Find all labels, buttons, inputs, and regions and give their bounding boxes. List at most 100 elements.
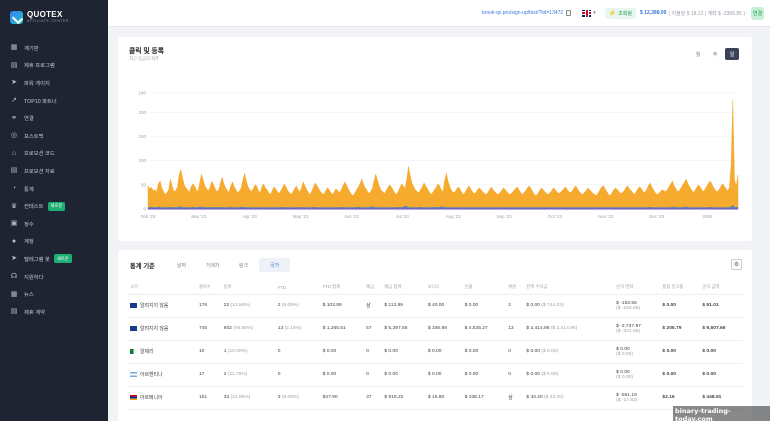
sidebar-item-3[interactable]: ↗ TOP10 파트너 [0, 92, 108, 110]
ftd-sum-cell: $ 0.00 [319, 340, 364, 364]
sidebar-item-label: 제휴 계약 [24, 309, 45, 316]
flag-icon [130, 303, 137, 308]
column-header[interactable]: 순익 변화 [613, 281, 660, 295]
sidebar-item-10[interactable]: ▣ 정수 [0, 215, 108, 233]
table-settings-button[interactable]: ⚙ [731, 259, 742, 270]
registrations-value: 2 [223, 372, 227, 377]
column-header[interactable]: 국가 [127, 281, 196, 295]
sidebar-item-14[interactable]: ▦ 뉴스 [0, 285, 108, 303]
x-tick-label: Sep '23 [496, 214, 512, 219]
registrations-pct: (21.85%) [230, 395, 251, 400]
column-header[interactable]: 인출 [461, 281, 506, 295]
column-header[interactable]: 순익 금액 [699, 281, 743, 295]
column-header[interactable]: 예금 [363, 281, 382, 295]
sidebar-item-2[interactable]: ➤ 파워 게이지 [0, 74, 108, 92]
stats-tab-0[interactable]: 날짜 [166, 258, 197, 272]
registrations-cell: 1 (10.00%) [220, 340, 275, 364]
y-tick-label: 150 [138, 134, 146, 139]
x-tick-label: 2024 [702, 214, 713, 219]
balance-detail: ( 지불된 $ 18.12 | 계좌 $ -2306.85 ) [668, 10, 745, 17]
target-icon: ◎ [10, 132, 18, 140]
tag-icon: ⌂ [11, 149, 17, 157]
ftd-cell: 3 (9.09%) [274, 386, 320, 410]
table-row[interactable]: 알려지지 않음 745 602 (94.98%) 13 (2.16%) $ 1,265.… [127, 317, 743, 341]
bolt-icon: ⚡ [608, 10, 617, 17]
column-header[interactable]: 위원 [505, 281, 524, 295]
column-header[interactable]: FTD [274, 281, 320, 295]
sidebar-item-7[interactable]: ▤ 프로모션 자료 [0, 162, 108, 180]
net-cell: $ -2,737.97 ($ -201.45) [613, 317, 660, 341]
sidebar-item-8[interactable]: ◔ 통계 [0, 180, 108, 198]
flag-icon [130, 326, 137, 331]
balance-cell: $ 43.20 ($ 43.20) [523, 386, 614, 410]
column-header[interactable]: 통합 잔고율 [659, 281, 700, 295]
stats-tab-2[interactable]: 링크 [228, 258, 259, 272]
table-row[interactable]: 알려지지 않음 176 22 (12.50%) 2 (9.09%) $ 103.89 삼 $… [127, 294, 743, 318]
bonus-cell: $ 40.00 [424, 294, 462, 318]
sidebar-item-15[interactable]: ▤ 제휴 계약 [0, 303, 108, 321]
series-area-0 [147, 100, 739, 210]
deposits-cell: 0 [363, 340, 382, 364]
column-header[interactable]: FTD 합계 [319, 281, 364, 295]
net-sub: ($ -201.45) [616, 328, 641, 334]
chevron-down-icon[interactable]: ▾ [593, 10, 596, 16]
ftd-cell: 13 (2.16%) [274, 317, 320, 341]
column-header[interactable]: 예금 합계 [381, 281, 425, 295]
sidebar-item-label: 연결 [24, 116, 34, 123]
column-header[interactable]: 보너스 [424, 281, 462, 295]
sidebar-item-11[interactable]: ● 계정 [0, 233, 108, 251]
user-menu-button[interactable]: 연결 [751, 6, 764, 20]
clicks-cell: 10 [195, 340, 221, 364]
sidebar-item-4[interactable]: ⚭ 연결 [0, 109, 108, 127]
balance-cell: $ 0.00 ($ 744.33) [523, 294, 614, 318]
uk-flag-icon[interactable] [582, 9, 592, 17]
contract-icon: ▤ [10, 308, 18, 316]
sidebar-item-5[interactable]: ◎ 포스트백 [0, 127, 108, 145]
sidebar-item-label: 지원하다 [24, 274, 44, 281]
sidebar-item-9[interactable]: ♛ 컨테스트 새로운 [0, 197, 108, 215]
country-name: 알제리 [140, 350, 154, 355]
x-tick-label: Dec '23 [649, 214, 665, 219]
send-icon: ➤ [11, 79, 17, 87]
ftd-sum-cell: $47.90 [319, 386, 364, 410]
country: 아르헨티나 [130, 371, 196, 378]
range-tab-0[interactable]: 월 [691, 48, 705, 60]
sidebar-item-label: 통계 [24, 186, 34, 193]
withdraw-cell: $ 0.00 [461, 340, 506, 364]
table-row[interactable]: 아르메니아 151 33 (21.85%) 3 (9.09%) $47.90 37 $ 91… [127, 386, 743, 410]
top-bar: brook-qx.pro/sign-up/fast/?lid=13472 ▾ ⚡… [108, 0, 770, 27]
column-header[interactable]: 등록 [220, 281, 275, 295]
column-header[interactable]: 클릭수 [195, 281, 221, 295]
deposits-cell: 0 [363, 363, 382, 387]
balance-value: $ 0.00 [526, 349, 540, 354]
registrations-value: 33 [223, 395, 230, 400]
sidebar-item-1[interactable]: ▤ 제휴 프로그램 [0, 57, 108, 75]
clicks-cell: 176 [195, 294, 221, 318]
sidebar-item-0[interactable]: ▦ 계기판 [0, 39, 108, 57]
sidebar-item-12[interactable]: ➤ 텔레그램 봇 새로운 [0, 250, 108, 268]
range-tab-1[interactable]: 주 [708, 48, 722, 60]
referral-link[interactable]: brook-qx.pro/sign-up/fast/?lid=13472 [482, 10, 563, 16]
balance-cell: $ 0.00 ($ 0.00) [523, 340, 614, 364]
range-tab-2[interactable]: 일 [725, 48, 739, 60]
ftd-sum-cell: $ 0.00 [319, 363, 364, 387]
stats-tab-3[interactable]: 국가 [259, 258, 290, 272]
x-tick-label: May '23 [293, 214, 309, 219]
registrations-cell: 2 (11.76%) [220, 363, 275, 387]
ftd-sum-cell: $ 103.89 [319, 294, 364, 318]
x-tick-label: Nov '23 [598, 214, 614, 219]
commission-cell: 0 [505, 340, 524, 364]
profit-cell: $ 91.01 [699, 294, 743, 318]
sidebar-item-label: TOP10 파트너 [24, 98, 57, 105]
stats-tab-1[interactable]: 거래자 [197, 258, 228, 272]
column-header[interactable]: 잔액 수익금 [523, 281, 614, 295]
ftd-cell: 0 [274, 340, 320, 364]
sidebar-item-label: 프로모션 코드 [24, 151, 55, 158]
brand-logo[interactable]: QUOTEX AFFILIATE CENTER [0, 0, 108, 28]
table-row[interactable]: 알제리 10 1 (10.00%) 0 $ 0.00 0 $ 0.00 $ 0.00 $ 0.… [127, 340, 743, 364]
table-row[interactable]: 아르헨티나 17 2 (11.76%) 0 $ 0.00 0 $ 0.00 $ 0.00 $ … [127, 363, 743, 387]
sidebar-item-6[interactable]: ⌂ 프로모션 코드 [0, 145, 108, 163]
sidebar-item-13[interactable]: ☊ 지원하다 [0, 268, 108, 286]
copy-icon[interactable] [566, 10, 572, 16]
net-sub: ($ 0.00) [616, 374, 633, 380]
